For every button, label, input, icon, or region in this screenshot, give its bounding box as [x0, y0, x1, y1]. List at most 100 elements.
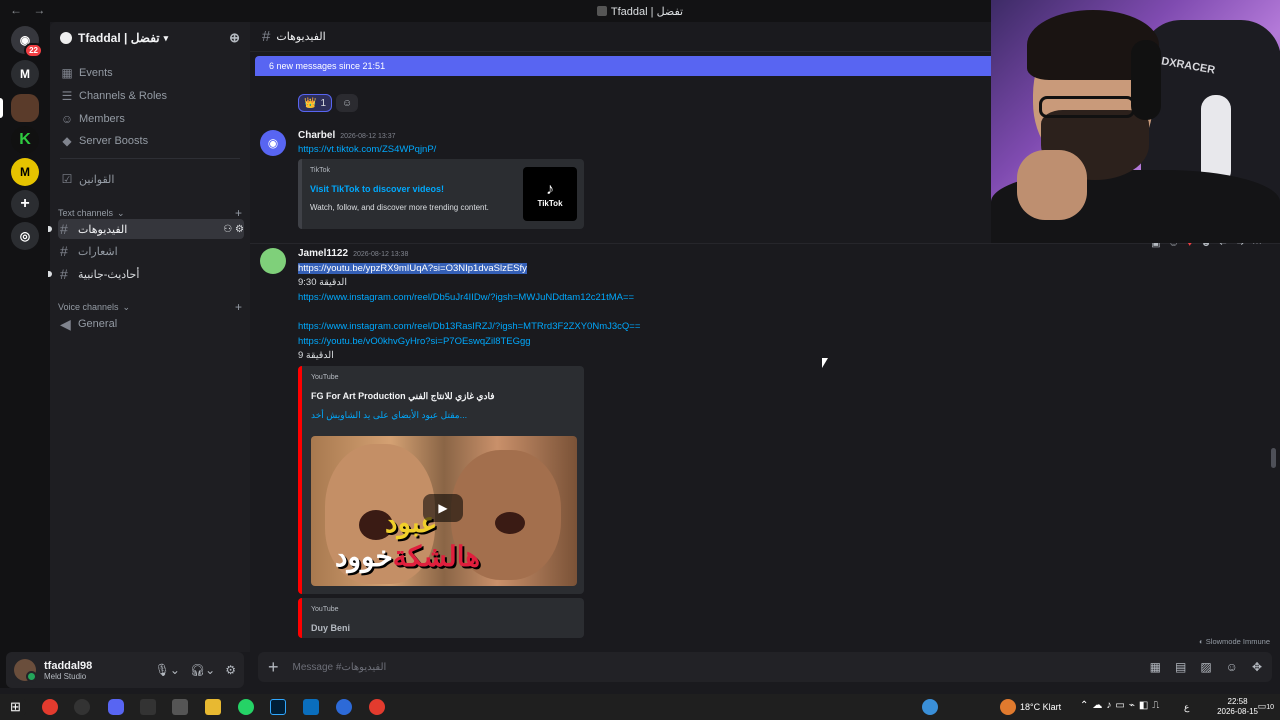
person-glasses	[1039, 96, 1135, 118]
add-channel-icon[interactable]: +	[235, 300, 242, 314]
server-icon	[596, 6, 607, 16]
embed-author[interactable]: Duy Beni	[311, 623, 350, 633]
sidebar-item-members[interactable]: ☺ Members	[60, 108, 242, 130]
server-header[interactable]: Tfaddal | تفضل ▾ ⊕	[50, 22, 250, 54]
message-composer[interactable]: + Message #الفيديوهات ▦ ▤ ▨ ☺ ✥	[258, 652, 1272, 682]
reaction-crown[interactable]: 👑 1	[298, 94, 333, 112]
category-label: Voice channels	[58, 302, 119, 312]
new-messages-bar[interactable]: 6 new messages since 21:51	[255, 56, 995, 76]
slowmode-indicator: ◐ Slowmode Immune	[1199, 637, 1270, 646]
thumbnail-caption-bottom: هالشكةخوود	[335, 540, 480, 573]
new-messages-text: 6 new messages since 21:51	[269, 61, 386, 71]
sidebar-item-channels-roles[interactable]: ☰ Channels & Roles	[60, 85, 242, 107]
server-tfaddal[interactable]	[11, 94, 39, 122]
invite-people-icon[interactable]: ⊕	[229, 30, 240, 46]
person-hand	[1017, 150, 1087, 220]
avatar[interactable]: ◉	[260, 130, 286, 156]
sidebar-item-server-boosts[interactable]: ◆ Server Boosts	[60, 130, 242, 152]
youtube-embed-2: YouTube Duy Beni	[298, 598, 584, 638]
active-server-pill	[0, 98, 3, 118]
webcam-overlay: DXRACER	[991, 0, 1280, 243]
attach-plus-icon[interactable]: +	[268, 657, 279, 678]
channel-notifications[interactable]: # اشعارات	[58, 241, 244, 261]
dm-button[interactable]: ◉ 22	[11, 26, 43, 58]
channel-side-talks[interactable]: # أحاديث-جانبية	[58, 264, 244, 284]
notification-count: 10	[1266, 704, 1274, 711]
voice-channel-general[interactable]: ◀ General	[58, 314, 244, 334]
clock-date: 2026-08-15	[1217, 707, 1258, 716]
message-link[interactable]: https://www.instagram.com/reel/Db5uJr4II…	[298, 292, 634, 303]
timestamp: 2026-08-12 13:38	[353, 251, 409, 258]
embed-title[interactable]: مقتل عبود الأبضاي على يد الشاويش أخد...	[311, 410, 467, 421]
message-link[interactable]: https://vt.tiktok.com/ZS4WPqjnP/	[298, 144, 436, 155]
play-button-icon[interactable]: ▶	[423, 494, 463, 522]
microphone-icon[interactable]: 🎙︎⌄	[155, 663, 180, 677]
gear-icon[interactable]: ⚙	[225, 663, 236, 677]
notification-icon[interactable]: ▭10	[1258, 701, 1274, 712]
tiktok-thumbnail[interactable]: ♪ TikTok	[523, 167, 577, 221]
message-link[interactable]: https://youtu.be/vO0khvGyHro?si=P7OEswqZ…	[298, 336, 531, 347]
embed-title[interactable]: Visit TikTok to discover videos!	[310, 184, 444, 194]
capcut-icon[interactable]	[140, 699, 156, 715]
weather-text[interactable]: 18°C Klart	[1020, 702, 1061, 712]
language-indicator[interactable]: ع	[1184, 702, 1189, 713]
embed-provider: YouTube	[311, 606, 339, 613]
server-kick[interactable]: K	[11, 126, 39, 154]
channel-sidebar: Tfaddal | تفضل ▾ ⊕ ▦ Events ☰ Channels & R…	[50, 22, 250, 652]
add-channel-icon[interactable]: +	[235, 206, 242, 220]
whatsapp-icon[interactable]	[238, 699, 254, 715]
window-title-text: Tfaddal | تفضل	[610, 6, 684, 18]
embed-provider: YouTube	[311, 374, 339, 381]
photoshop-icon[interactable]	[270, 699, 286, 715]
category-text-channels[interactable]: Text channels ⌄ +	[58, 206, 242, 220]
obs-icon[interactable]	[74, 699, 90, 715]
message-input[interactable]: Message #الفيديوهات	[293, 662, 387, 673]
message-link[interactable]: https://www.instagram.com/reel/Db13RasIR…	[298, 321, 640, 332]
chrome-icon[interactable]	[42, 699, 58, 715]
chevron-down-icon: ⌄	[117, 207, 125, 218]
channel-name: اشعارات	[78, 245, 118, 258]
windows-start-icon[interactable]: ⊞	[10, 699, 26, 715]
sticker-icon[interactable]: ▨	[1200, 660, 1211, 674]
message-link[interactable]: https://youtu.be/ypzRX9mIUqA?si=O3NIp1dv…	[298, 263, 527, 274]
emoji-icon[interactable]: ☺	[1226, 660, 1238, 674]
message-author[interactable]: Jamel1122 2026-08-12 13:38	[298, 248, 408, 259]
server-m[interactable]: M	[11, 60, 39, 88]
sidebar-item-events[interactable]: ▦ Events	[60, 62, 242, 84]
caption-red: هالشكة	[392, 541, 481, 572]
server-yellow[interactable]: M	[11, 158, 39, 186]
channel-rules[interactable]: ☑ القوانين	[60, 168, 242, 190]
channel-videos[interactable]: # الفيديوهات ⚇ ⚙	[58, 219, 244, 239]
file-explorer-icon[interactable]	[205, 699, 221, 715]
add-server-icon[interactable]: +	[11, 190, 39, 218]
app-blue-icon[interactable]	[303, 699, 319, 715]
system-tray-icons[interactable]: ⌃☁♪▭⌁◧⎍	[1080, 700, 1163, 711]
headphones-icon[interactable]: 🎧︎⌄	[190, 663, 215, 677]
channel-title: الفيديوهات	[276, 31, 326, 43]
avatar[interactable]	[260, 248, 286, 274]
clock[interactable]: 22:58 2026-08-15	[1217, 697, 1258, 717]
category-voice-channels[interactable]: Voice channels ⌄ +	[58, 300, 242, 314]
embed-provider: TikTok	[310, 167, 330, 174]
smile-icon: ☺	[342, 97, 353, 109]
discover-icon[interactable]: ◎	[11, 222, 39, 250]
discord-icon[interactable]	[108, 699, 124, 715]
selected-link-text: https://youtu.be/ypzRX9mIUqA?si=O3NIp1dv…	[298, 263, 527, 274]
avatar[interactable]	[14, 659, 37, 682]
app-icon[interactable]	[172, 699, 188, 715]
apps-icon[interactable]: ✥	[1252, 660, 1262, 674]
chrome-icon-2[interactable]	[369, 699, 385, 715]
add-reaction-button[interactable]: ☺	[336, 94, 359, 112]
help-icon[interactable]	[922, 699, 938, 715]
app-launcher-icon[interactable]: ▦	[1150, 660, 1161, 674]
message-author[interactable]: Charbel 2026-08-12 13:37	[298, 130, 396, 141]
scrollbar-thumb[interactable]	[1271, 448, 1276, 468]
username: tfaddal98	[44, 659, 93, 672]
firefox-icon[interactable]	[336, 699, 352, 715]
video-thumbnail[interactable]: عبود هالشكةخوود ▶	[311, 436, 577, 586]
channel-settings-icon[interactable]: ⚇ ⚙	[223, 224, 244, 235]
author-name: Charbel	[298, 130, 336, 141]
embed-author[interactable]: FG For Art Production فادي غازي للانتاج …	[311, 391, 495, 402]
hash-icon: #	[60, 243, 68, 259]
gif-icon[interactable]: ▤	[1175, 660, 1186, 674]
